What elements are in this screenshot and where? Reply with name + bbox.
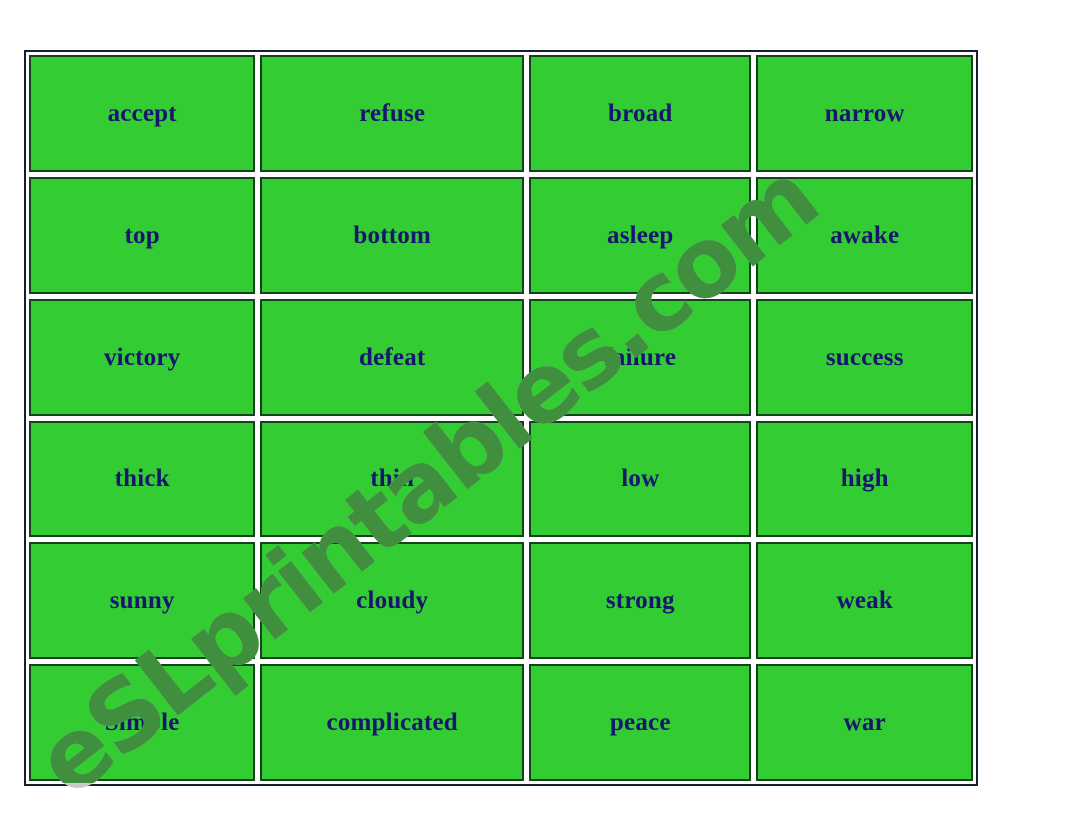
flashcard-label: victory: [103, 343, 181, 371]
flashcard[interactable]: Simple: [29, 664, 256, 781]
flashcard-label: asleep: [607, 221, 674, 249]
flashcard-label: strong: [605, 587, 675, 615]
flashcard[interactable]: defeat: [260, 298, 525, 416]
flashcard[interactable]: low: [529, 420, 752, 538]
flashcard[interactable]: thin: [260, 420, 525, 538]
flashcard-label: complicated: [326, 709, 458, 737]
flashcard[interactable]: cloudy: [260, 542, 525, 660]
flashcard[interactable]: bottom: [260, 176, 525, 294]
flashcard-label: cloudy: [356, 587, 429, 615]
flashcard-label: Simple: [104, 709, 180, 737]
flashcard-label: failure: [604, 343, 677, 371]
flashcard[interactable]: awake: [756, 176, 973, 294]
flashcard-label: narrow: [824, 99, 905, 127]
flashcard-label: sunny: [109, 587, 175, 615]
flashcard[interactable]: peace: [529, 664, 752, 781]
flashcard[interactable]: sunny: [29, 542, 256, 660]
flashcard-label: defeat: [358, 343, 426, 371]
flashcard-label: top: [124, 221, 160, 249]
flashcard-label: war: [843, 709, 886, 737]
flashcard[interactable]: top: [29, 176, 256, 294]
flashcard-grid: accept refuse broad narrow top bottom as…: [29, 55, 973, 781]
flashcard-label: success: [825, 343, 904, 371]
flashcard-label: bottom: [353, 221, 431, 249]
flashcard-label: high: [840, 465, 889, 493]
flashcard[interactable]: broad: [529, 55, 752, 172]
flashcard-label: weak: [836, 587, 893, 615]
flashcard[interactable]: victory: [29, 298, 256, 416]
flashcard[interactable]: accept: [29, 55, 256, 172]
flashcard[interactable]: war: [756, 664, 973, 781]
flashcard-label: refuse: [359, 99, 426, 127]
flashcard-label: low: [621, 465, 660, 493]
flashcard[interactable]: strong: [529, 542, 752, 660]
flashcard[interactable]: success: [756, 298, 973, 416]
flashcard[interactable]: asleep: [529, 176, 752, 294]
flashcard[interactable]: thick: [29, 420, 256, 538]
flashcard[interactable]: weak: [756, 542, 973, 660]
flashcard[interactable]: refuse: [260, 55, 525, 172]
flashcard[interactable]: narrow: [756, 55, 973, 172]
flashcard-label: broad: [608, 99, 673, 127]
flashcard-label: awake: [830, 221, 900, 249]
flashcard-label: thin: [370, 465, 415, 493]
flashcard-label: thick: [114, 465, 170, 493]
flashcard[interactable]: failure: [529, 298, 752, 416]
flashcard[interactable]: high: [756, 420, 973, 538]
flashcard-label: accept: [107, 99, 177, 127]
worksheet-frame: accept refuse broad narrow top bottom as…: [24, 50, 978, 786]
flashcard[interactable]: complicated: [260, 664, 525, 781]
flashcard-label: peace: [609, 709, 671, 737]
